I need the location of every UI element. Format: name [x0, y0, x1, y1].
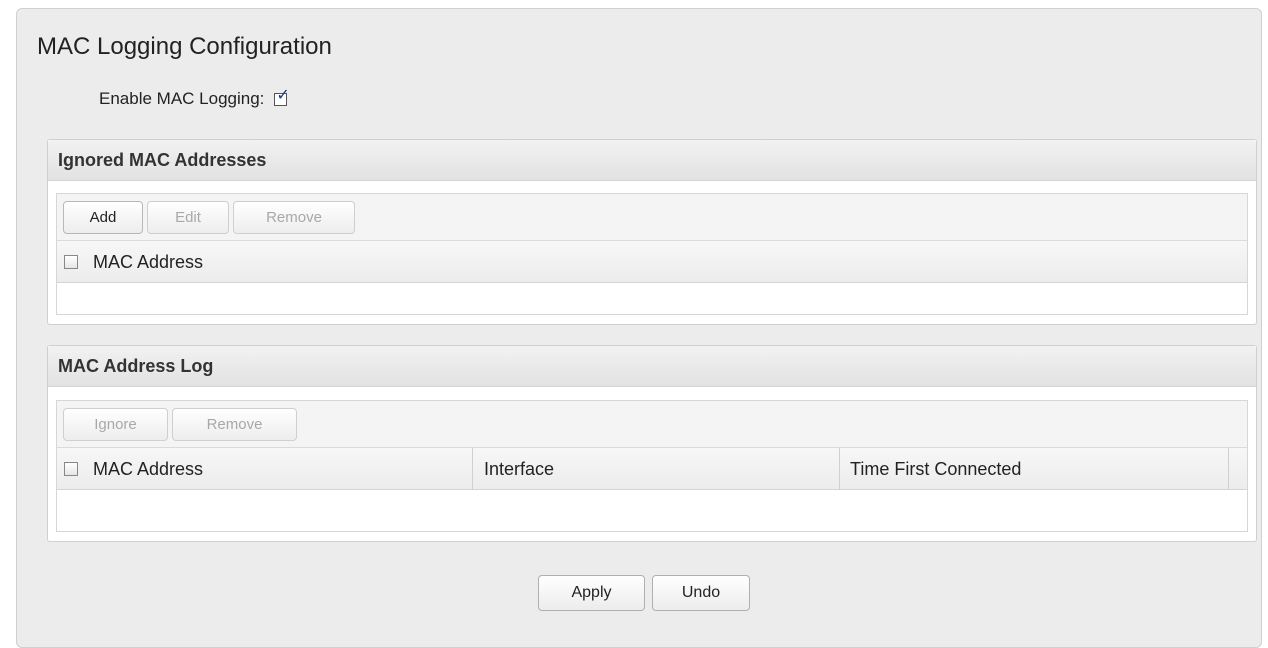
- log-grid: Ignore Remove MAC Address Interface Time…: [56, 400, 1248, 532]
- page-title: MAC Logging Configuration: [37, 33, 332, 60]
- ignored-col-mac-address[interactable]: MAC Address: [93, 241, 203, 283]
- check-icon: ✓: [276, 86, 290, 104]
- ignored-toolbar: Add Edit Remove: [57, 194, 1247, 241]
- ignored-select-all-checkbox[interactable]: [64, 255, 78, 269]
- column-divider[interactable]: [472, 448, 473, 490]
- log-remove-button[interactable]: Remove: [172, 408, 297, 441]
- log-col-interface[interactable]: Interface: [484, 448, 554, 490]
- log-column-header: MAC Address Interface Time First Connect…: [57, 448, 1247, 490]
- log-col-mac-address[interactable]: MAC Address: [93, 448, 203, 490]
- ignored-section-header: Ignored MAC Addresses: [48, 140, 1256, 181]
- column-divider[interactable]: [839, 448, 840, 490]
- mac-logging-panel: MAC Logging Configuration Enable MAC Log…: [16, 8, 1262, 648]
- log-select-all-checkbox[interactable]: [64, 462, 78, 476]
- log-col-time-first-connected[interactable]: Time First Connected: [850, 448, 1021, 490]
- enable-mac-logging-label: Enable MAC Logging:: [99, 89, 265, 108]
- ignored-column-header: MAC Address: [57, 241, 1247, 283]
- ignored-mac-addresses-section: Ignored MAC Addresses Add Edit Remove MA…: [47, 139, 1257, 325]
- ignored-empty-row: [57, 283, 1247, 311]
- remove-button[interactable]: Remove: [233, 201, 355, 234]
- enable-mac-logging-checkbox[interactable]: ✓: [274, 87, 290, 106]
- add-button[interactable]: Add: [63, 201, 143, 234]
- undo-button[interactable]: Undo: [652, 575, 750, 611]
- log-section-header: MAC Address Log: [48, 346, 1256, 387]
- log-toolbar: Ignore Remove: [57, 401, 1247, 448]
- mac-address-log-section: MAC Address Log Ignore Remove MAC Addres…: [47, 345, 1257, 542]
- ignore-button[interactable]: Ignore: [63, 408, 168, 441]
- edit-button[interactable]: Edit: [147, 201, 229, 234]
- enable-mac-logging-row: Enable MAC Logging: ✓: [99, 87, 290, 109]
- ignored-grid: Add Edit Remove MAC Address: [56, 193, 1248, 315]
- column-divider[interactable]: [1228, 448, 1229, 490]
- log-empty-row: [57, 490, 1247, 518]
- apply-button[interactable]: Apply: [538, 575, 645, 611]
